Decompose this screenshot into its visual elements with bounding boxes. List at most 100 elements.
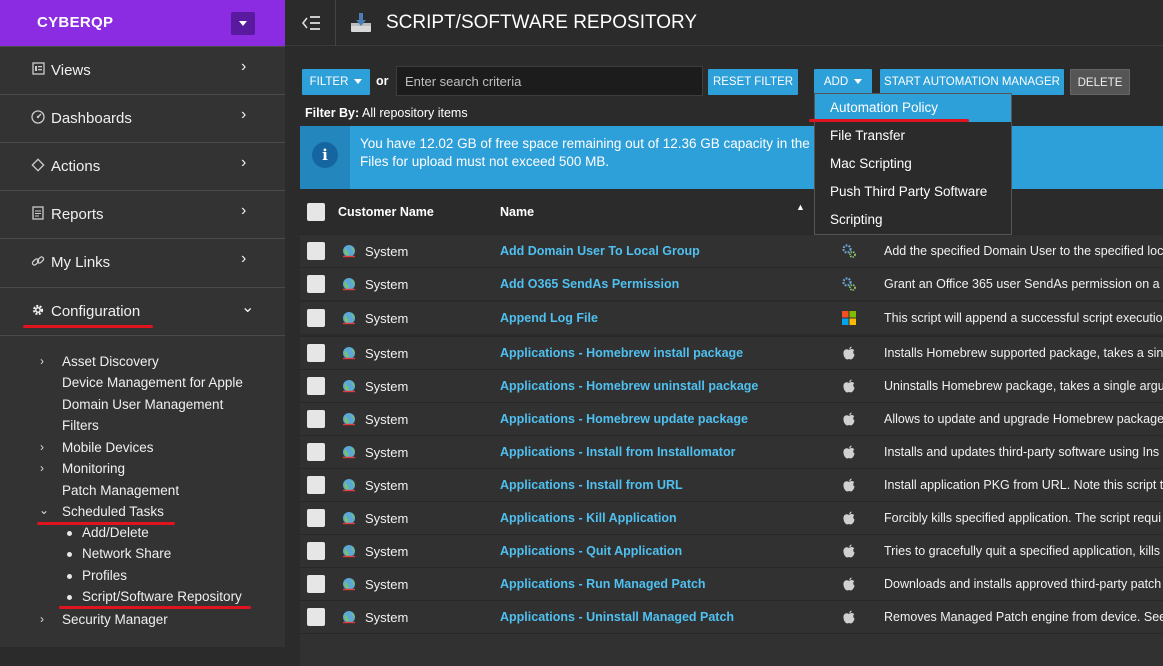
globe-icon [342, 544, 356, 558]
config-domain-user-management[interactable]: Domain User Management [62, 397, 223, 412]
config-mobile-devices[interactable]: › Mobile Devices [40, 440, 154, 455]
script-name-link[interactable]: Applications - Quit Application [500, 544, 682, 558]
script-description: Downloads and installs approved third-pa… [884, 577, 1162, 591]
globe-icon [342, 577, 356, 591]
highlight-underline [59, 606, 251, 609]
row-checkbox[interactable] [307, 443, 325, 461]
menu-item-mac-scripting[interactable]: Mac Scripting [815, 150, 1011, 178]
nav-reports[interactable]: Reports › [0, 190, 285, 237]
column-customer-name[interactable]: Customer Name [338, 205, 434, 219]
script-name-link[interactable]: Applications - Uninstall Managed Patch [500, 610, 734, 624]
menu-item-push-third-party-software[interactable]: Push Third Party Software [815, 178, 1011, 206]
column-name[interactable]: Name [500, 205, 534, 219]
row-checkbox[interactable] [307, 344, 325, 362]
customer-name: System [365, 445, 409, 460]
table-row[interactable]: System Append Log File This script will ap… [300, 301, 1163, 334]
script-name-link[interactable]: Add Domain User To Local Group [500, 244, 700, 258]
customer-name: System [365, 544, 409, 559]
script-description: Tries to gracefully quit a specified app… [884, 544, 1161, 558]
row-checkbox[interactable] [307, 242, 325, 260]
reset-filter-button[interactable]: RESET FILTER [708, 69, 798, 95]
select-all-checkbox[interactable] [307, 203, 325, 221]
table-row[interactable]: System Applications - Homebrew uninstall … [300, 369, 1163, 402]
table-row[interactable]: System Applications - Kill Application For… [300, 501, 1163, 534]
row-checkbox[interactable] [307, 275, 325, 293]
globe-icon [342, 346, 356, 360]
script-name-link[interactable]: Applications - Homebrew uninstall packag… [500, 379, 758, 393]
collapse-sidebar-icon[interactable] [301, 14, 321, 32]
table-row[interactable]: System Applications - Install from Instal… [300, 435, 1163, 468]
nav-my-links[interactable]: My Links › [0, 238, 285, 285]
script-description: Grant an Office 365 user SendAs permissi… [884, 277, 1163, 291]
globe-icon [342, 445, 356, 459]
scheduled-profiles[interactable]: Profiles [82, 568, 127, 583]
scheduled-network-share[interactable]: Network Share [82, 546, 171, 561]
config-security-manager[interactable]: › Security Manager [40, 612, 168, 627]
menu-item-automation-policy[interactable]: Automation Policy [815, 94, 1011, 122]
customer-name: System [365, 346, 409, 361]
script-name-link[interactable]: Applications - Kill Application [500, 511, 677, 525]
start-automation-manager-button[interactable]: START AUTOMATION MANAGER [880, 69, 1064, 95]
config-device-management-apple[interactable]: Device Management for Apple [62, 375, 243, 390]
config-monitoring[interactable]: › Monitoring [40, 461, 125, 476]
table-row[interactable]: System Applications - Install from URL Ins… [300, 468, 1163, 501]
nav-dashboards[interactable]: Dashboards › [0, 94, 285, 141]
script-name-link[interactable]: Applications - Homebrew install package [500, 346, 743, 360]
apple-icon [841, 444, 857, 460]
script-name-link[interactable]: Add O365 SendAs Permission [500, 277, 679, 291]
add-button[interactable]: ADD [814, 69, 872, 95]
menu-item-scripting[interactable]: Scripting [815, 206, 1011, 234]
table-row[interactable]: System Add Domain User To Local Group Add … [300, 234, 1163, 267]
config-patch-management[interactable]: Patch Management [62, 483, 179, 498]
row-checkbox[interactable] [307, 377, 325, 395]
row-checkbox[interactable] [307, 608, 325, 626]
table-row[interactable]: System Add O365 SendAs Permission Grant an… [300, 267, 1163, 300]
table-row[interactable]: System Applications - Run Managed Patch Do… [300, 567, 1163, 600]
config-filters[interactable]: Filters [62, 418, 99, 433]
scheduled-script-software-repository[interactable]: Script/Software Repository [82, 589, 242, 604]
row-checkbox[interactable] [307, 575, 325, 593]
brand-dropdown-toggle[interactable] [231, 12, 255, 35]
globe-icon [342, 311, 356, 325]
row-checkbox[interactable] [307, 509, 325, 527]
script-name-link[interactable]: Applications - Install from URL [500, 478, 683, 492]
chevron-right-icon: › [40, 461, 44, 475]
info-icon-box: i [300, 126, 350, 189]
divider [0, 335, 285, 336]
sort-ascending-icon[interactable]: ▲ [796, 202, 805, 212]
chevron-right-icon: › [241, 106, 247, 123]
table-row[interactable]: System Applications - Homebrew install pa… [300, 336, 1163, 369]
bullet [67, 574, 72, 579]
menu-item-file-transfer[interactable]: File Transfer [815, 122, 1011, 150]
table-row[interactable] [300, 633, 1163, 666]
or-label: or [376, 74, 389, 88]
bullet [67, 531, 72, 536]
chevron-right-icon: › [241, 202, 247, 219]
script-name-link[interactable]: Append Log File [500, 311, 598, 325]
config-scheduled-tasks[interactable]: ⌄ Scheduled Tasks [39, 503, 164, 519]
filter-button[interactable]: FILTER [302, 69, 370, 95]
row-checkbox[interactable] [307, 476, 325, 494]
script-name-link[interactable]: Applications - Run Managed Patch [500, 577, 706, 591]
customer-name: System [365, 379, 409, 394]
nav-label: Actions [51, 158, 101, 175]
script-description: Installs and updates third-party softwar… [884, 445, 1160, 459]
row-checkbox[interactable] [307, 542, 325, 560]
nav-label: Views [51, 62, 91, 79]
row-checkbox[interactable] [307, 309, 325, 327]
script-name-link[interactable]: Applications - Homebrew update package [500, 412, 748, 426]
delete-button[interactable]: DELETE [1070, 69, 1130, 95]
download-box-icon [349, 11, 373, 35]
table-row[interactable]: System Applications - Uninstall Managed P… [300, 600, 1163, 633]
script-description: Add the specified Domain User to the spe… [884, 244, 1163, 258]
nav-actions[interactable]: Actions › [0, 142, 285, 189]
scheduled-add-delete[interactable]: Add/Delete [82, 525, 149, 540]
config-asset-discovery[interactable]: › Asset Discovery [40, 354, 159, 369]
page-title: SCRIPT/SOFTWARE REPOSITORY [386, 12, 698, 33]
search-input[interactable] [396, 66, 703, 96]
script-name-link[interactable]: Applications - Install from Installomato… [500, 445, 735, 459]
table-row[interactable]: System Applications - Quit Application Tri… [300, 534, 1163, 567]
row-checkbox[interactable] [307, 410, 325, 428]
table-row[interactable]: System Applications - Homebrew update pac… [300, 402, 1163, 435]
nav-views[interactable]: Views › [0, 46, 285, 93]
